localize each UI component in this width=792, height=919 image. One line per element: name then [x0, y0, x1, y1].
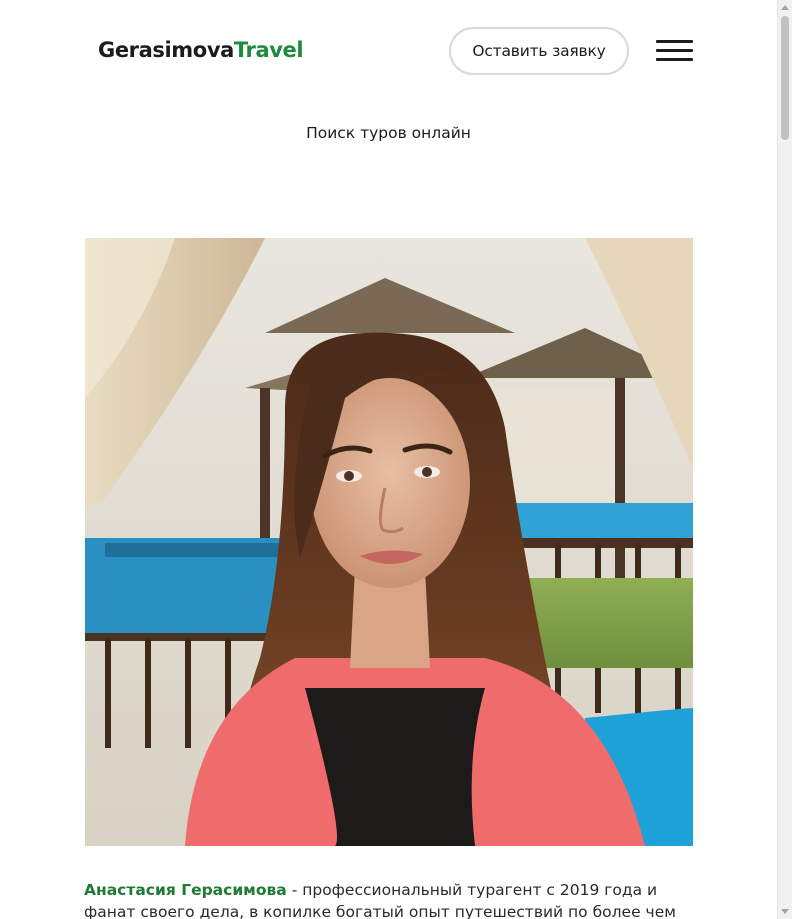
menu-bar: [656, 58, 693, 61]
page: GerasimovaTravel Оставить заявку Поиск т…: [0, 0, 792, 919]
menu-bar: [656, 49, 693, 52]
scroll-down-arrow-icon[interactable]: [781, 909, 789, 914]
bio-paragraph: Анастасия Герасимова - профессиональный …: [84, 879, 684, 919]
site-logo[interactable]: GerasimovaTravel: [98, 36, 304, 64]
leave-request-button[interactable]: Оставить заявку: [449, 27, 629, 75]
vertical-scrollbar[interactable]: [777, 0, 792, 919]
tour-search-link[interactable]: Поиск туров онлайн: [0, 124, 777, 142]
logo-text-accent: Travel: [233, 38, 304, 62]
scroll-up-arrow-icon[interactable]: [781, 5, 789, 10]
agent-name: Анастасия Герасимова: [84, 881, 287, 899]
scrollbar-thumb[interactable]: [781, 16, 789, 140]
hamburger-menu-icon[interactable]: [656, 39, 694, 65]
portrait-photo: [85, 238, 693, 846]
menu-bar: [656, 40, 693, 43]
logo-text-primary: Gerasimova: [98, 38, 234, 62]
